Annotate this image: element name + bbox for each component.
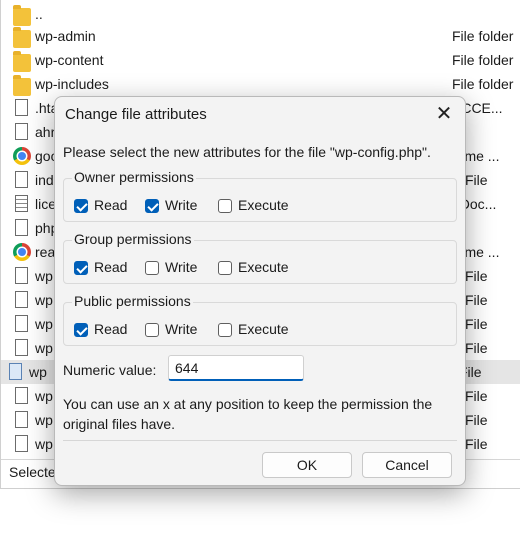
file-name: ind xyxy=(35,172,54,188)
owner-execute-checkbox[interactable]: Execute xyxy=(218,196,289,214)
public-read-checkbox[interactable]: Read xyxy=(74,320,127,338)
group-read-checkbox[interactable]: Read xyxy=(74,258,127,276)
status-text: Selecte xyxy=(9,464,56,480)
file-row-wp-admin[interactable]: wp-admin File folder xyxy=(7,24,520,48)
file-row-parent[interactable]: .. xyxy=(7,2,520,26)
checkbox-label: Read xyxy=(94,321,128,337)
file-icon xyxy=(15,267,28,284)
chrome-icon xyxy=(13,243,31,261)
file-type: File folder xyxy=(452,28,514,44)
folder-icon xyxy=(13,75,31,96)
numeric-value-label: Numeric value: xyxy=(63,362,157,378)
checkbox-label: Read xyxy=(94,197,128,213)
checkbox-unchecked-icon xyxy=(218,261,232,275)
checkbox-label: Execute xyxy=(238,259,289,275)
file-icon xyxy=(15,387,28,404)
file-name: wp-admin xyxy=(35,28,96,44)
file-name: wp-includes xyxy=(35,76,109,92)
file-icon xyxy=(15,315,28,332)
checkbox-unchecked-icon xyxy=(218,323,232,337)
file-name: wp xyxy=(29,364,47,380)
change-file-attributes-dialog: Change file attributes ✕ Please select t… xyxy=(54,96,466,486)
hint-text: You can use an x at any position to keep… xyxy=(63,396,433,432)
checkbox-checked-icon xyxy=(74,323,88,337)
file-row-wp-content[interactable]: wp-content File folder xyxy=(7,48,520,72)
folder-icon xyxy=(13,27,31,48)
dialog-title: Change file attributes xyxy=(65,106,207,123)
checkbox-unchecked-icon xyxy=(145,323,159,337)
checkbox-label: Execute xyxy=(238,321,289,337)
group-permissions-group: Group permissions Read Write Execute xyxy=(63,231,457,284)
numeric-value-input[interactable]: 644 xyxy=(168,355,304,381)
file-name: wp xyxy=(35,316,53,332)
file-name: wp xyxy=(35,268,53,284)
checkbox-label: Write xyxy=(165,197,198,213)
file-type: File folder xyxy=(452,52,514,68)
file-name: lice xyxy=(35,196,57,212)
checkbox-label: Read xyxy=(94,259,128,275)
public-permissions-group: Public permissions Read Write Execute xyxy=(63,293,457,346)
cancel-button[interactable]: Cancel xyxy=(362,452,452,478)
file-name: wp xyxy=(35,292,53,308)
file-name: ahr xyxy=(35,124,56,140)
log-pane xyxy=(0,488,520,547)
close-icon[interactable]: ✕ xyxy=(427,99,461,129)
text-file-icon xyxy=(15,195,28,212)
checkbox-label: Write xyxy=(165,259,198,275)
ok-button[interactable]: OK xyxy=(262,452,352,478)
chrome-icon xyxy=(13,147,31,165)
file-icon xyxy=(15,123,28,140)
owner-write-checkbox[interactable]: Write xyxy=(145,196,197,214)
group-label: Owner permissions xyxy=(72,169,196,185)
dialog-titlebar[interactable]: Change file attributes ✕ xyxy=(55,97,465,133)
folder-icon xyxy=(13,51,31,72)
file-type: File folder xyxy=(452,76,514,92)
file-name: wp-content xyxy=(35,52,104,68)
file-icon xyxy=(15,219,28,236)
file-name: wp xyxy=(35,340,53,356)
checkbox-unchecked-icon xyxy=(218,199,232,213)
file-icon xyxy=(15,291,28,308)
file-icon xyxy=(15,411,28,428)
group-label: Public permissions xyxy=(72,293,193,309)
group-execute-checkbox[interactable]: Execute xyxy=(218,258,289,276)
checkbox-label: Write xyxy=(165,321,198,337)
file-icon xyxy=(15,99,28,116)
file-name: wp xyxy=(35,436,53,452)
file-name: wp xyxy=(35,388,53,404)
checkbox-label: Execute xyxy=(238,197,289,213)
file-name: wp xyxy=(35,412,53,428)
file-icon xyxy=(15,339,28,356)
checkbox-checked-icon xyxy=(74,199,88,213)
file-icon xyxy=(15,171,28,188)
public-write-checkbox[interactable]: Write xyxy=(145,320,197,338)
file-name: rea xyxy=(35,244,56,260)
php-file-icon xyxy=(9,363,22,380)
divider xyxy=(63,440,457,441)
file-name: .. xyxy=(35,6,43,22)
owner-permissions-group: Owner permissions Read Write Execute xyxy=(63,169,457,222)
owner-read-checkbox[interactable]: Read xyxy=(74,196,127,214)
checkbox-checked-icon xyxy=(145,199,159,213)
checkbox-unchecked-icon xyxy=(145,261,159,275)
group-label: Group permissions xyxy=(72,231,194,247)
dialog-prompt: Please select the new attributes for the… xyxy=(63,144,431,160)
file-icon xyxy=(15,435,28,452)
checkbox-checked-icon xyxy=(74,261,88,275)
public-execute-checkbox[interactable]: Execute xyxy=(218,320,289,338)
group-write-checkbox[interactable]: Write xyxy=(145,258,197,276)
file-row-wp-includes[interactable]: wp-includes File folder xyxy=(7,72,520,96)
